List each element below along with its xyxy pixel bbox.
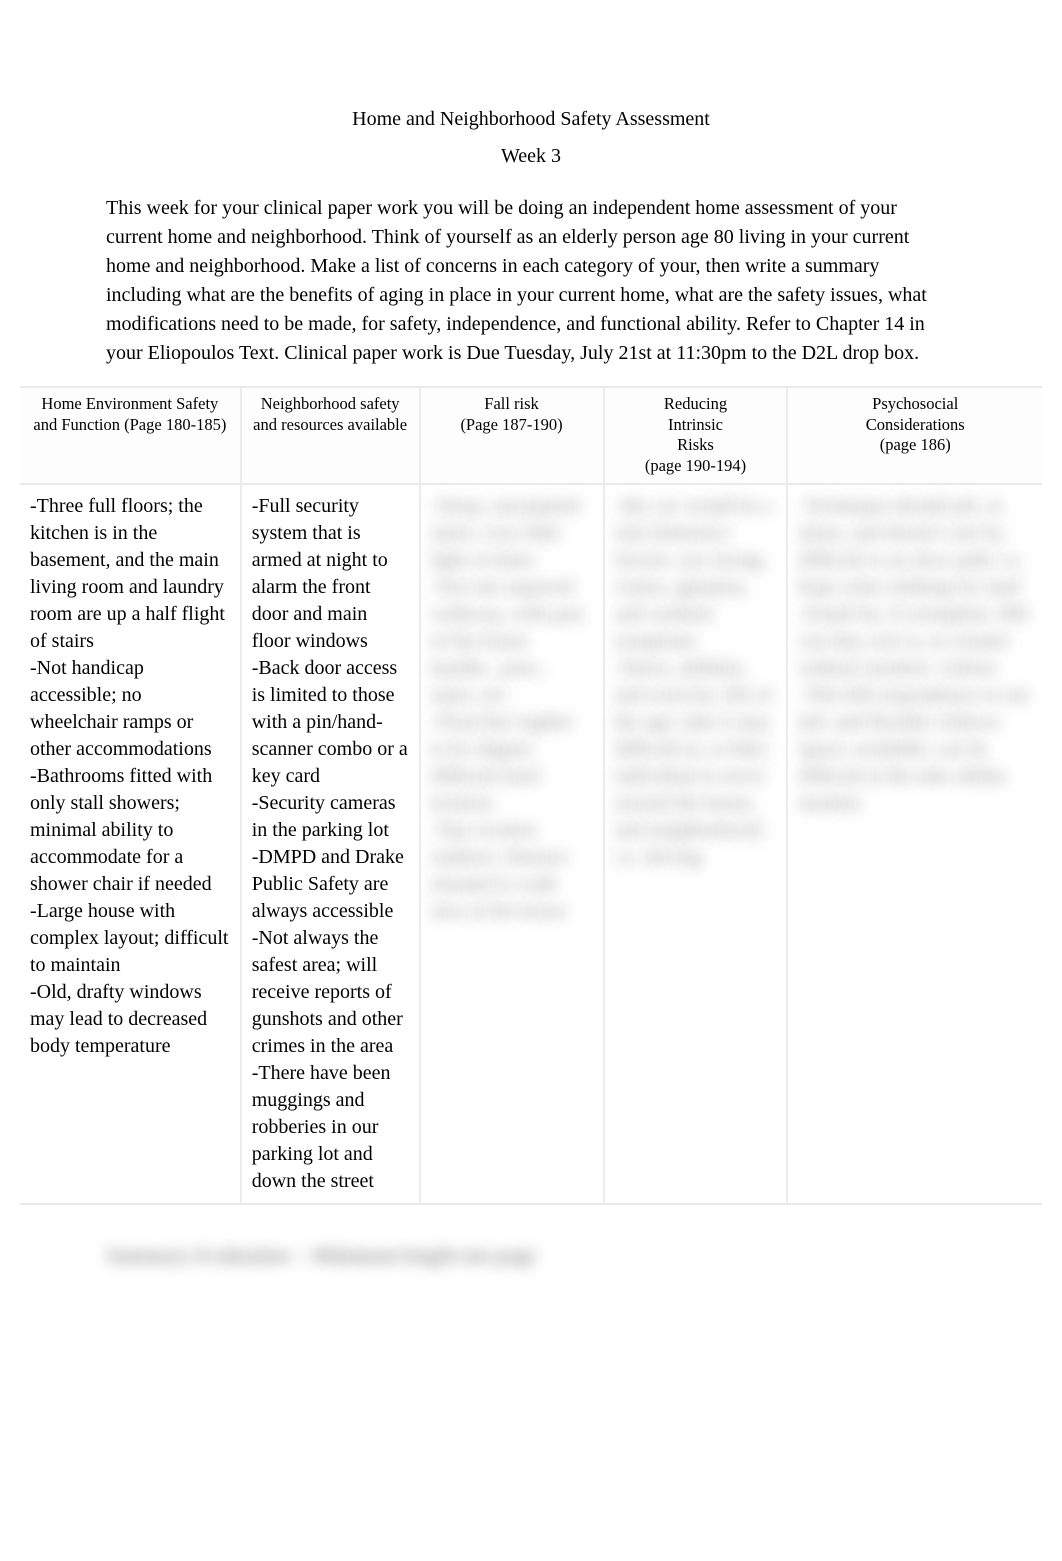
table-header-row: Home Environment Safety and Function (Pa… (20, 386, 1042, 485)
col-header-fall-risk: Fall risk (Page 187-190) (419, 386, 603, 485)
page-title: Home and Neighborhood Safety Assessment (106, 108, 956, 131)
table-row: -Three full floors; the kitchen is in th… (20, 485, 1042, 1205)
footer-hidden-text: Summary Evaluation -- Minimum length one… (106, 1245, 536, 1268)
cell-fall-risk: -Steep, uncarpeted stairs; very little l… (419, 485, 603, 1205)
assessment-table: Home Environment Safety and Function (Pa… (20, 386, 1042, 1205)
col-header-neighborhood: Neighborhood safety and resources availa… (240, 386, 419, 485)
cell-home-env: -Three full floors; the kitchen is in th… (20, 485, 240, 1205)
intro-paragraph: This week for your clinical paper work y… (106, 194, 956, 368)
cell-intrinsic: -My car would be a risk (Intrinsic) fact… (603, 485, 787, 1205)
assessment-table-wrap: Home Environment Safety and Function (Pa… (20, 386, 1042, 1205)
cell-neighborhood: -Full security system that is armed at n… (240, 485, 419, 1205)
footer: Summary Evaluation -- Minimum length one… (106, 1245, 956, 1268)
col-header-home-env: Home Environment Safety and Function (Pa… (20, 386, 240, 485)
col-header-psychosocial: Psychosocial Considerations (page 186) (786, 386, 1042, 485)
col-header-intrinsic: Reducing Intrinsic Risks (page 190-194) (603, 386, 787, 485)
page-subtitle: Week 3 (106, 145, 956, 168)
cell-psychosocial: -Technique should job, in alone, and doe… (786, 485, 1042, 1205)
